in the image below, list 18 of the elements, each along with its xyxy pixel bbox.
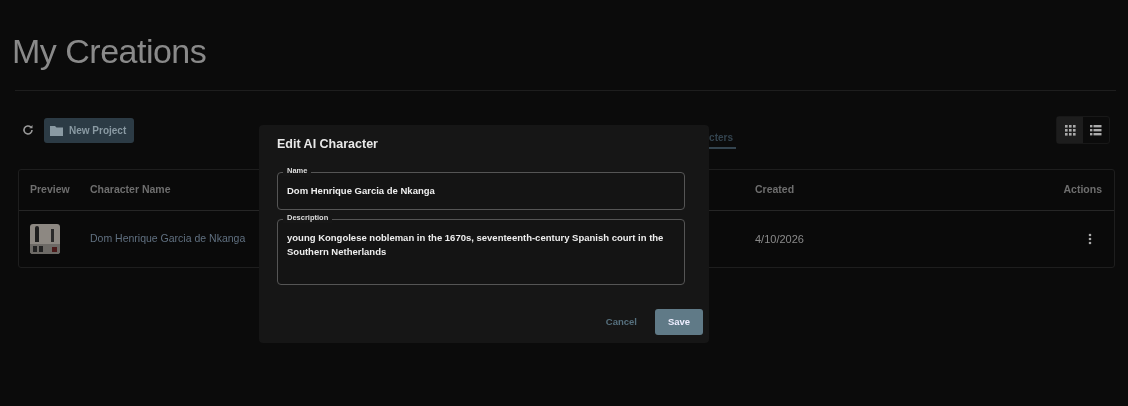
created-date: 4/10/2026 <box>755 231 804 247</box>
dialog-title: Edit AI Character <box>277 137 379 152</box>
new-project-button[interactable]: New Project <box>44 117 135 143</box>
character-name: Dom Henrique Garcia de Nkanga <box>90 231 246 247</box>
column-header: Preview <box>30 182 70 198</box>
column-header: Character Name <box>90 182 171 198</box>
refresh-icon[interactable] <box>22 124 34 136</box>
save-button[interactable]: Save <box>655 308 703 335</box>
list-icon <box>1090 124 1102 136</box>
folder-icon <box>50 124 63 136</box>
grid-view-button[interactable] <box>1057 117 1083 143</box>
column-header: Created <box>755 182 795 198</box>
cancel-button[interactable]: Cancel <box>599 313 643 330</box>
more-options-icon[interactable] <box>1088 233 1092 245</box>
column-header: Actions <box>1063 182 1102 198</box>
page-title: My Creations <box>12 31 208 72</box>
grid-icon <box>1064 124 1076 136</box>
name-field[interactable]: Dom Henrique Garcia de Nkanga <box>277 172 685 210</box>
